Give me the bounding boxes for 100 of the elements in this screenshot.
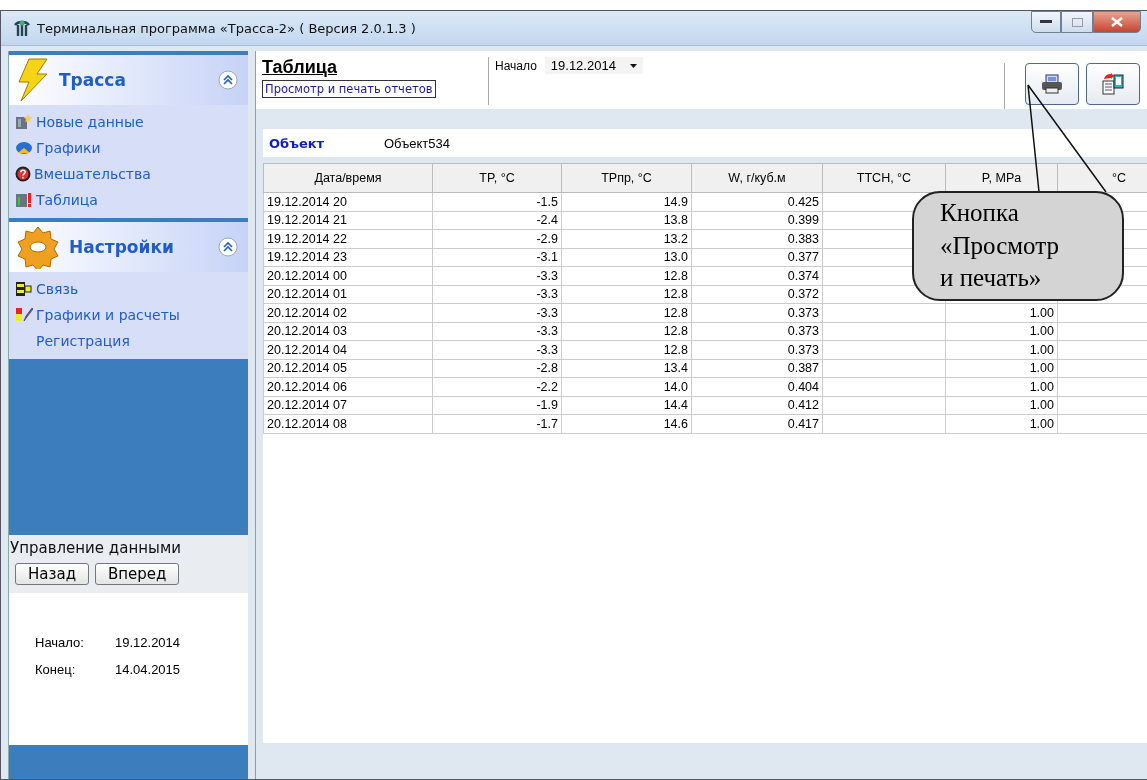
table-cell: 12.8 xyxy=(561,285,692,304)
table-cell: 20.12.2014 00 xyxy=(263,266,433,285)
nav-item[interactable]: Новые данные xyxy=(15,109,242,134)
close-button[interactable] xyxy=(1093,11,1141,33)
table-cell: -1.7 xyxy=(432,414,562,433)
maximize-icon xyxy=(1071,17,1083,27)
column-header[interactable]: TP, °C xyxy=(432,163,562,193)
table-cell: 20.12.2014 01 xyxy=(263,285,433,304)
print-button[interactable] xyxy=(1025,63,1079,105)
collapse-icon[interactable] xyxy=(218,237,238,257)
table-cell: 0.377 xyxy=(691,248,823,267)
object-label: Объект xyxy=(269,135,326,151)
table-cell: 20.12.2014 06 xyxy=(263,377,433,396)
table-cell: 0.374 xyxy=(691,266,823,285)
table-cell: 20.12.2014 08 xyxy=(263,414,433,433)
lightning-icon xyxy=(15,58,51,102)
table-cell: 13.2 xyxy=(561,229,692,248)
column-header[interactable]: W, г/куб.м xyxy=(691,163,823,193)
table-cell: -3.3 xyxy=(432,340,562,359)
column-header[interactable]: TTCH, °C xyxy=(822,163,946,193)
table-cell: -2.8 xyxy=(432,359,562,378)
window-title: Терминальная программа «Трасса-2» ( Версия 2.0.1.3 ) xyxy=(37,20,417,36)
nav-item[interactable]: Вмешательства xyxy=(15,161,242,186)
table-cell: 1.00 xyxy=(945,396,1058,415)
table-cell: 13.8 xyxy=(561,211,692,230)
table-cell: 0.373 xyxy=(691,340,823,359)
nav-item[interactable]: Регистрация xyxy=(15,328,242,353)
table-cell: 12.8 xyxy=(561,303,692,322)
table-cell: 14.4 xyxy=(561,396,692,415)
gear-icon xyxy=(15,225,61,269)
table-cell: 14.0 xyxy=(561,377,692,396)
panel-title: Настройки xyxy=(69,237,175,257)
start-date-dropdown[interactable]: 19.12.2014 xyxy=(544,57,643,74)
help-icon xyxy=(15,165,31,182)
collapse-icon[interactable] xyxy=(218,70,238,90)
column-header[interactable]: Дата/время xyxy=(263,163,433,193)
report-icon xyxy=(15,191,33,208)
table-cell: 1.00 xyxy=(945,322,1058,341)
plug-icon xyxy=(15,280,33,297)
page-subtitle: Просмотр и печать отчетов xyxy=(262,80,436,98)
table-cell: 0.373 xyxy=(691,303,823,322)
table-cell: -1.5 xyxy=(432,192,562,211)
minimize-icon xyxy=(1040,20,1052,24)
table-cell: -3.3 xyxy=(432,303,562,322)
column-header[interactable]: °C xyxy=(1057,163,1147,193)
start-label: Начало xyxy=(495,58,537,73)
table-cell: 20.12.2014 05 xyxy=(263,359,433,378)
page-title: Таблица xyxy=(262,57,339,78)
field-value: 19.12.2014 xyxy=(115,635,182,650)
table-cell: 0.387 xyxy=(691,359,823,378)
table-cell: 1.00 xyxy=(945,303,1058,322)
table-cell: 19.12.2014 20 xyxy=(263,192,433,211)
nav-item[interactable]: Графики и расчеты xyxy=(15,302,242,327)
minimize-button[interactable] xyxy=(1031,11,1061,33)
table-cell: 12.8 xyxy=(561,322,692,341)
table-cell: 0.383 xyxy=(691,229,823,248)
table-cell: 1.00 xyxy=(945,340,1058,359)
nav-item[interactable]: Таблица xyxy=(15,187,242,212)
callout-bubble: Кнопка «Просмотр и печать» xyxy=(912,191,1124,301)
column-header[interactable]: TPпр, °C xyxy=(561,163,692,193)
nav-button[interactable]: Вперед xyxy=(95,563,180,585)
field-label: Начало: xyxy=(35,635,85,650)
table-cell: 20.12.2014 03 xyxy=(263,322,433,341)
object-value: Объект534 xyxy=(384,135,450,151)
table-cell: 0.412 xyxy=(691,396,823,415)
table-cell: 20.12.2014 02 xyxy=(263,303,433,322)
table-cell: 0.404 xyxy=(691,377,823,396)
table-cell: 19.12.2014 23 xyxy=(263,248,433,267)
dropdown-arrow-icon xyxy=(629,63,637,68)
export-button[interactable] xyxy=(1086,63,1140,105)
nav-item[interactable]: Связь xyxy=(15,276,242,301)
panel-title: Управление данными xyxy=(9,539,182,557)
table-cell: -3.3 xyxy=(432,285,562,304)
field-value: 14.04.2015 xyxy=(115,662,182,677)
table-cell: 20.12.2014 07 xyxy=(263,396,433,415)
printer-icon xyxy=(1041,74,1063,94)
maximize-button[interactable] xyxy=(1061,11,1093,33)
table-cell: 19.12.2014 21 xyxy=(263,211,433,230)
column-header[interactable]: P, MPa xyxy=(945,163,1058,193)
table-cell: 0.373 xyxy=(691,322,823,341)
close-icon xyxy=(1111,17,1123,27)
table-cell: -3.3 xyxy=(432,322,562,341)
table-cell: -2.4 xyxy=(432,211,562,230)
panel-title: Трасса xyxy=(59,70,127,90)
table-cell: -3.1 xyxy=(432,248,562,267)
table-cell: 14.6 xyxy=(561,414,692,433)
table-cell: 12.8 xyxy=(561,266,692,285)
table-cell: -3.3 xyxy=(432,266,562,285)
table-cell: 0.425 xyxy=(691,192,823,211)
table-cell: -1.9 xyxy=(432,396,562,415)
nav-item[interactable]: Графики xyxy=(15,135,242,160)
pencil-icon xyxy=(15,306,33,323)
server-icon xyxy=(15,113,33,130)
pie-chart-icon xyxy=(15,139,33,156)
table-cell: 13.0 xyxy=(561,248,692,267)
table-cell: 1.00 xyxy=(945,359,1058,378)
table-cell: 0.399 xyxy=(691,211,823,230)
table-cell: 20.12.2014 04 xyxy=(263,340,433,359)
table-cell: -2.2 xyxy=(432,377,562,396)
nav-button[interactable]: Назад xyxy=(15,563,89,585)
